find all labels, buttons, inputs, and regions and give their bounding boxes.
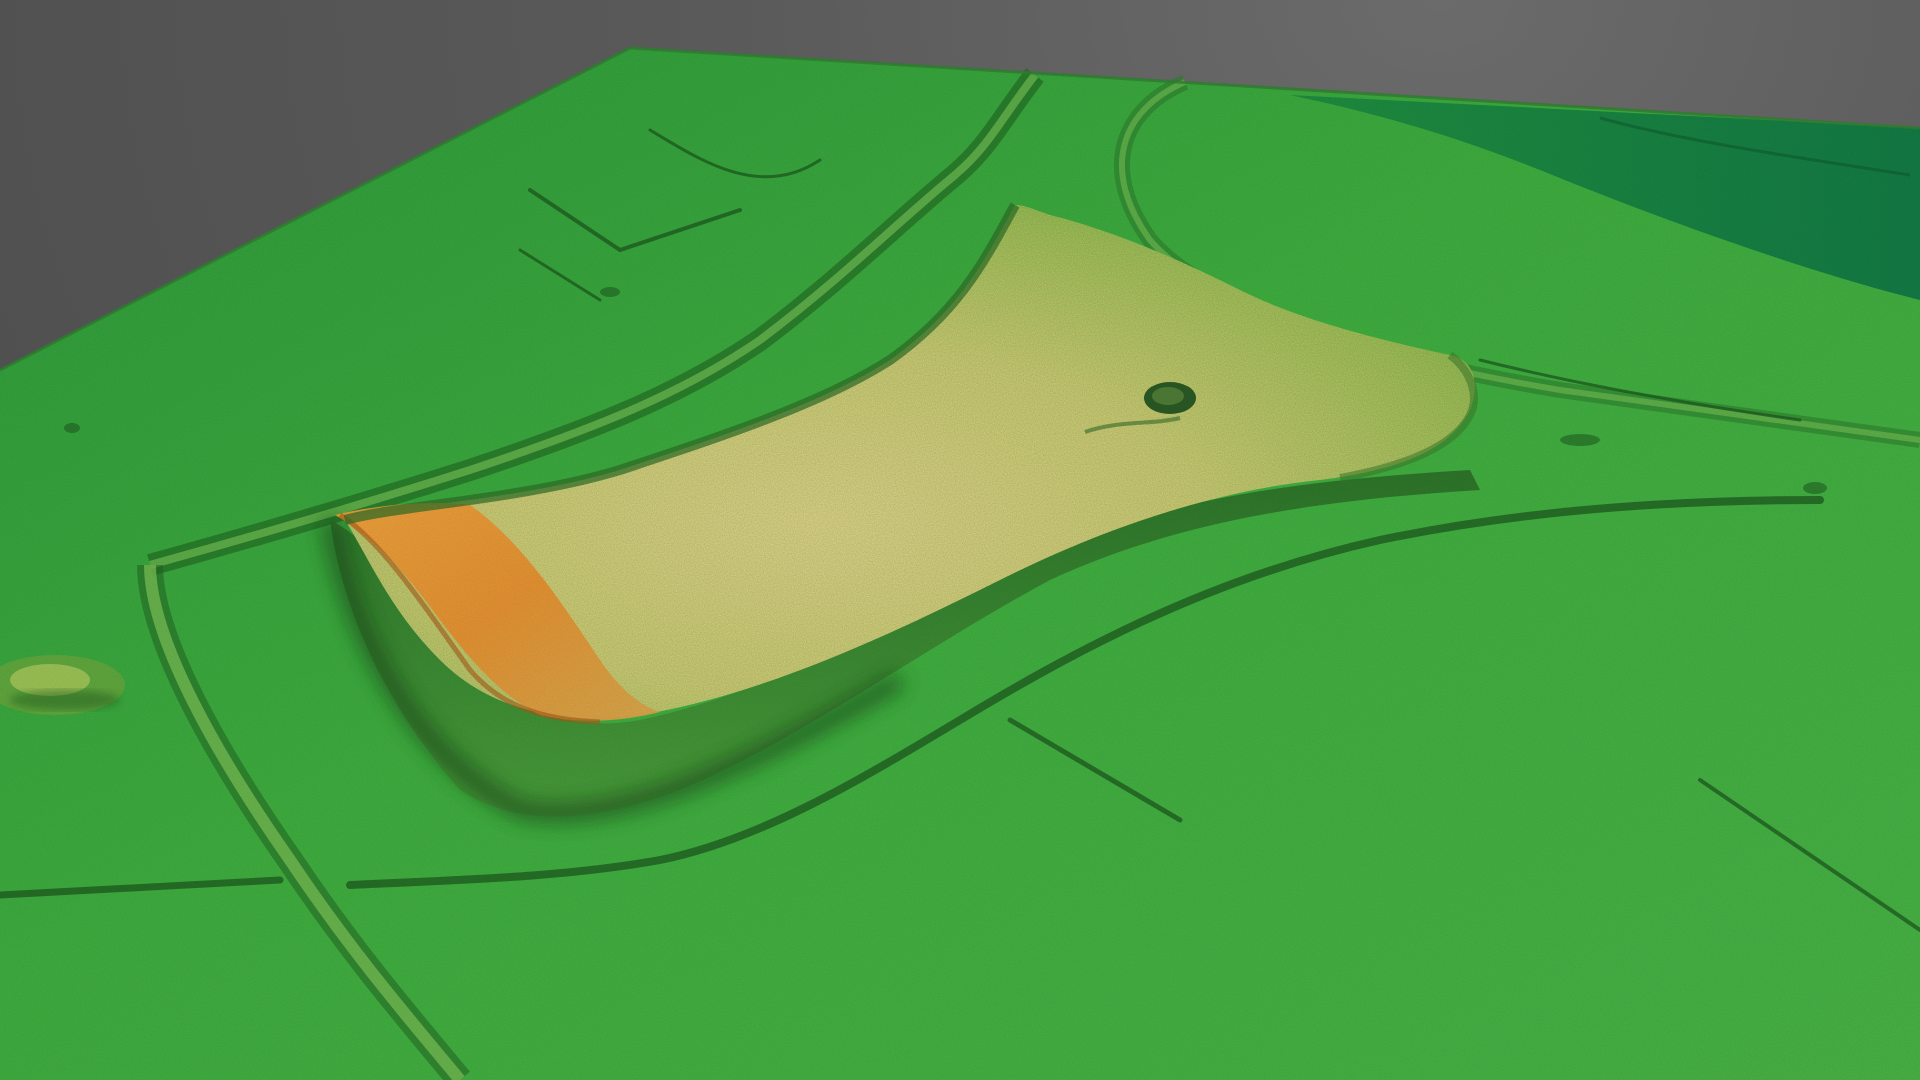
terrain-scene xyxy=(0,46,1920,1080)
map-viewport[interactable] xyxy=(0,0,1920,1080)
